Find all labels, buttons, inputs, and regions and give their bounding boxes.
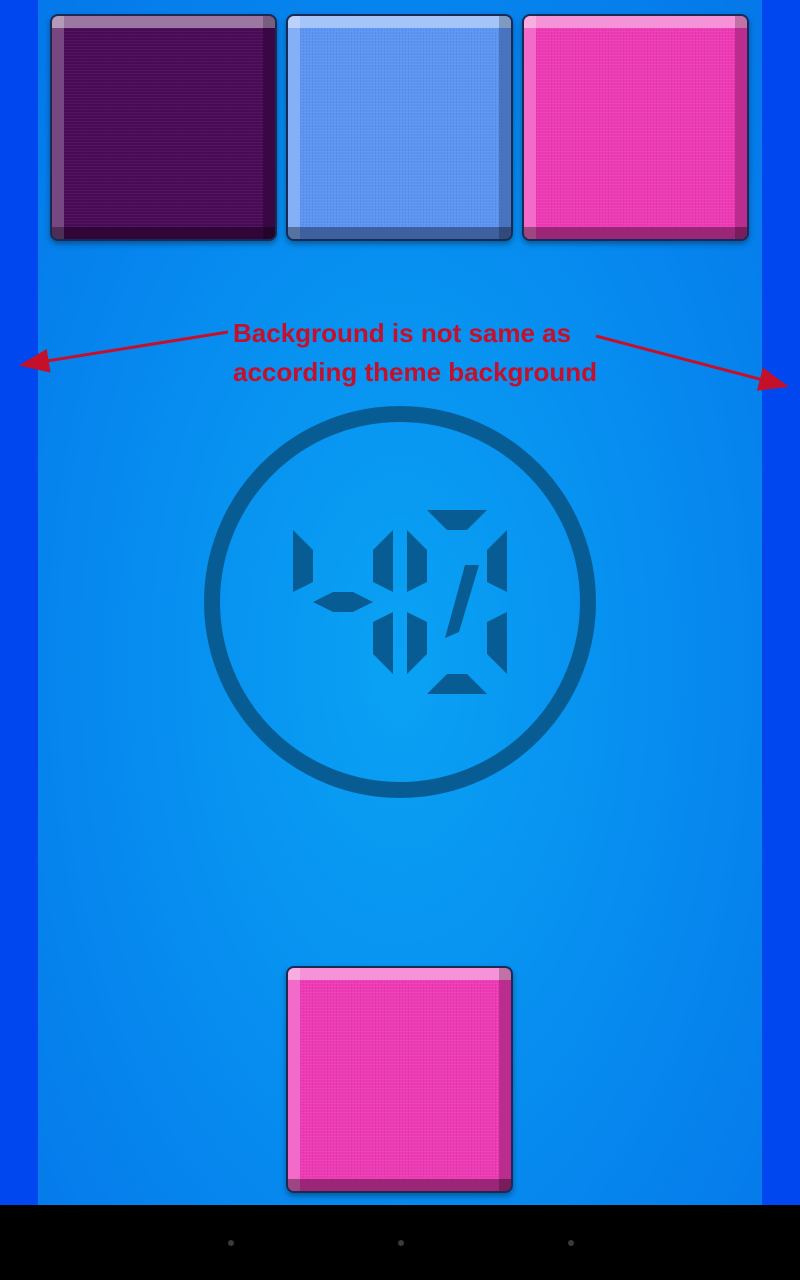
right-background-band bbox=[762, 0, 800, 1205]
timer-ring bbox=[204, 406, 596, 798]
nav-dot-home-icon[interactable] bbox=[398, 1240, 404, 1246]
game-screen: Background is not same as according them… bbox=[0, 0, 800, 1280]
annotation-text: Background is not same as according them… bbox=[233, 314, 653, 392]
countdown-timer: 40 bbox=[204, 406, 596, 798]
color-tile-pink-target[interactable] bbox=[286, 966, 513, 1193]
tile-face bbox=[300, 28, 499, 227]
arrow-left-icon bbox=[19, 330, 229, 373]
nav-dot-back-icon[interactable] bbox=[228, 1240, 234, 1246]
color-tile-dark-purple[interactable] bbox=[50, 14, 277, 241]
color-tile-light-blue[interactable] bbox=[286, 14, 513, 241]
digit-2-segment-e bbox=[407, 612, 427, 674]
digit-2-segment-b bbox=[487, 530, 507, 592]
annotation-line-1: Background is not same as bbox=[233, 318, 572, 348]
tile-face bbox=[64, 28, 263, 227]
annotation-line-2: according theme background bbox=[233, 357, 598, 387]
digit-1-segment-b bbox=[373, 530, 393, 592]
digit-1-segment-f bbox=[293, 530, 313, 592]
left-background-band bbox=[0, 0, 38, 1205]
color-tile-pink[interactable] bbox=[522, 14, 749, 241]
digit-2-segment-d bbox=[427, 674, 487, 694]
tile-face bbox=[536, 28, 735, 227]
timer-digits bbox=[293, 510, 507, 694]
nav-dot-recents-icon[interactable] bbox=[568, 1240, 574, 1246]
digit-2-segment-f bbox=[407, 530, 427, 592]
digit-2-segment-a bbox=[427, 510, 487, 530]
digit-2-segment-c bbox=[487, 612, 507, 674]
digit-2-slash bbox=[445, 565, 479, 638]
digit-1-segment-c bbox=[373, 612, 393, 674]
tile-face bbox=[300, 980, 499, 1179]
digit-1-segment-g bbox=[313, 592, 373, 612]
